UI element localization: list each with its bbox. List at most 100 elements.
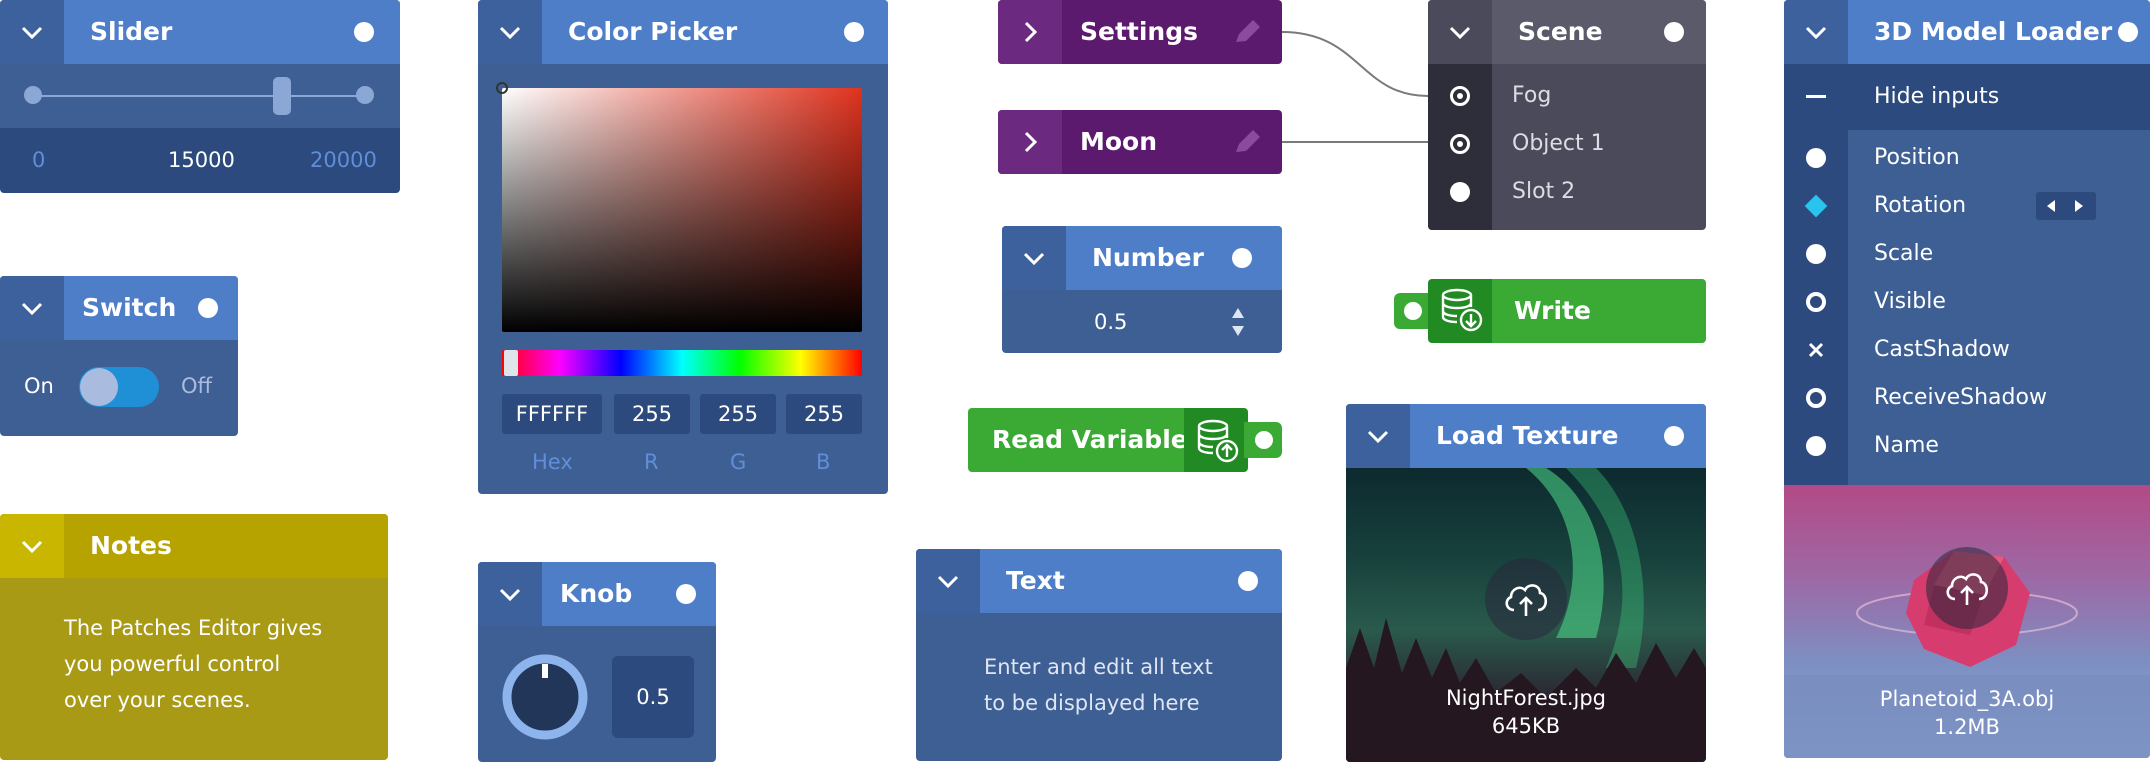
chevron-down-icon <box>937 575 959 589</box>
input-row-label: Position <box>1874 145 1960 170</box>
diamond-icon[interactable] <box>1804 194 1828 218</box>
chevron-down-icon <box>1367 430 1389 444</box>
scene-item-label: Object 1 <box>1512 131 1605 156</box>
model-size: 1.2MB <box>1934 715 2000 739</box>
collapse-toggle[interactable] <box>1428 0 1492 64</box>
database-icon-box <box>1428 279 1492 343</box>
collapse-toggle[interactable] <box>916 549 980 613</box>
node-title: Load Texture <box>1436 421 1619 450</box>
output-port[interactable] <box>1664 22 1684 42</box>
cloud-upload-icon <box>1946 573 1989 605</box>
texture-preview[interactable]: NightForest.jpg 645KB <box>1346 468 1706 762</box>
settings-node[interactable]: Settings <box>998 0 1282 64</box>
model-filename: Planetoid_3A.obj <box>1879 687 2055 711</box>
cloud-upload-icon <box>1505 584 1548 616</box>
model-preview[interactable]: Planetoid_3A.obj 1.2MB <box>1784 485 2150 758</box>
input-row-castshadow[interactable]: CastShadow <box>1784 326 2150 374</box>
text-header: Text <box>916 549 1282 613</box>
dot-icon[interactable] <box>1806 244 1826 264</box>
input-row-name[interactable]: Name <box>1784 422 2150 470</box>
stepper-arrows-icon[interactable] <box>1230 306 1246 340</box>
database-upload-icon <box>1197 419 1239 463</box>
input-row-label: Visible <box>1874 289 1946 314</box>
input-port-connected-icon[interactable] <box>1450 86 1470 106</box>
moon-node[interactable]: Moon <box>998 110 1282 174</box>
model-loader-header: 3D Model Loader <box>1784 0 2150 64</box>
output-port-tab[interactable] <box>1244 422 1282 458</box>
node-title: Settings <box>1080 17 1199 46</box>
node-title: 3D Model Loader <box>1874 17 2113 46</box>
database-icon-box <box>1184 408 1248 472</box>
database-download-icon <box>1441 288 1483 332</box>
texture-filename: NightForest.jpg <box>1445 686 1607 710</box>
node-title: Scene <box>1518 17 1603 46</box>
input-row-label: Rotation <box>1874 193 1967 218</box>
expand-toggle[interactable] <box>998 110 1062 174</box>
output-port[interactable] <box>1232 248 1252 268</box>
input-port[interactable] <box>1404 302 1422 320</box>
chevron-right-icon <box>1024 131 1038 153</box>
wire-settings-fog <box>1281 31 1429 97</box>
pencil-icon[interactable] <box>1232 18 1264 46</box>
text-line: Enter and edit all text <box>984 655 1213 679</box>
pencil-icon[interactable] <box>1232 128 1264 156</box>
node-title: Write Variable <box>1514 296 1631 389</box>
expand-toggle[interactable] <box>998 0 1062 64</box>
collapse-toggle[interactable] <box>1002 226 1066 290</box>
input-row-receiveshadow[interactable]: ReceiveShadow <box>1784 374 2150 422</box>
dot-icon[interactable] <box>1806 148 1826 168</box>
upload-button[interactable] <box>1485 558 1567 640</box>
input-port-icon[interactable] <box>1450 182 1470 202</box>
scene-item[interactable]: Object 1 <box>1428 120 1706 168</box>
input-row-scale[interactable]: Scale <box>1784 230 2150 278</box>
input-row-visible[interactable]: Visible <box>1784 278 2150 326</box>
input-port-connected-icon[interactable] <box>1450 134 1470 154</box>
output-port[interactable] <box>1255 431 1273 449</box>
load-texture-header: Load Texture <box>1346 404 1706 468</box>
read-variable-node[interactable]: Read Variable <box>968 408 1282 472</box>
hide-inputs-label: Hide inputs <box>1874 84 2000 109</box>
minus-icon <box>1806 95 1826 98</box>
hide-inputs-bar[interactable]: Hide inputs <box>1784 64 2150 130</box>
write-variable-node[interactable]: Write Variable <box>1394 279 1706 389</box>
scene-item[interactable]: Slot 2 <box>1428 168 1706 216</box>
ring-icon[interactable] <box>1806 388 1826 408</box>
arrow-left-icon[interactable] <box>2046 200 2056 212</box>
number-value[interactable]: 0.5 <box>1094 310 1127 334</box>
input-row-label: Name <box>1874 433 1939 458</box>
input-row-position[interactable]: Position <box>1784 134 2150 182</box>
collapse-toggle[interactable] <box>1346 404 1410 468</box>
scene-node: Scene Fog Object 1 Slot 2 <box>1428 0 1706 230</box>
scene-item[interactable]: Fog <box>1428 72 1706 120</box>
output-port[interactable] <box>1664 426 1684 446</box>
text-node: Text Enter and edit all text to be displ… <box>916 549 1282 761</box>
collapse-toggle[interactable] <box>1784 0 1848 64</box>
dot-icon[interactable] <box>1806 436 1826 456</box>
node-title: Moon <box>1080 127 1158 156</box>
arrow-right-icon[interactable] <box>2074 200 2084 212</box>
number-node: Number 0.5 <box>1002 226 1282 353</box>
output-port[interactable] <box>1238 571 1258 591</box>
input-row-label: CastShadow <box>1874 337 2010 362</box>
scene-header: Scene <box>1428 0 1706 64</box>
upload-button[interactable] <box>1926 547 2008 629</box>
chevron-down-icon <box>1023 252 1045 266</box>
text-area[interactable]: Enter and edit all text to be displayed … <box>984 649 1213 721</box>
text-line: to be displayed here <box>984 691 1200 715</box>
node-title: Text <box>1006 566 1065 595</box>
input-row-label: ReceiveShadow <box>1874 385 2047 410</box>
rotation-stepper[interactable] <box>2036 192 2096 220</box>
model-loader-node: 3D Model Loader Hide inputs Position Rot… <box>1784 0 2150 758</box>
output-port[interactable] <box>2118 22 2138 42</box>
chevron-down-icon <box>1805 26 1827 40</box>
chevron-down-icon <box>1449 26 1471 40</box>
scene-item-label: Slot 2 <box>1512 179 1576 204</box>
input-row-label: Scale <box>1874 241 1934 266</box>
port-center-dot <box>1457 93 1463 99</box>
node-title: Number <box>1092 243 1204 272</box>
node-title: Read Variable <box>992 425 1188 454</box>
input-row-rotation[interactable]: Rotation <box>1784 182 2150 230</box>
ring-icon[interactable] <box>1806 292 1826 312</box>
port-center-dot <box>1457 141 1463 147</box>
x-icon[interactable] <box>1808 342 1824 358</box>
